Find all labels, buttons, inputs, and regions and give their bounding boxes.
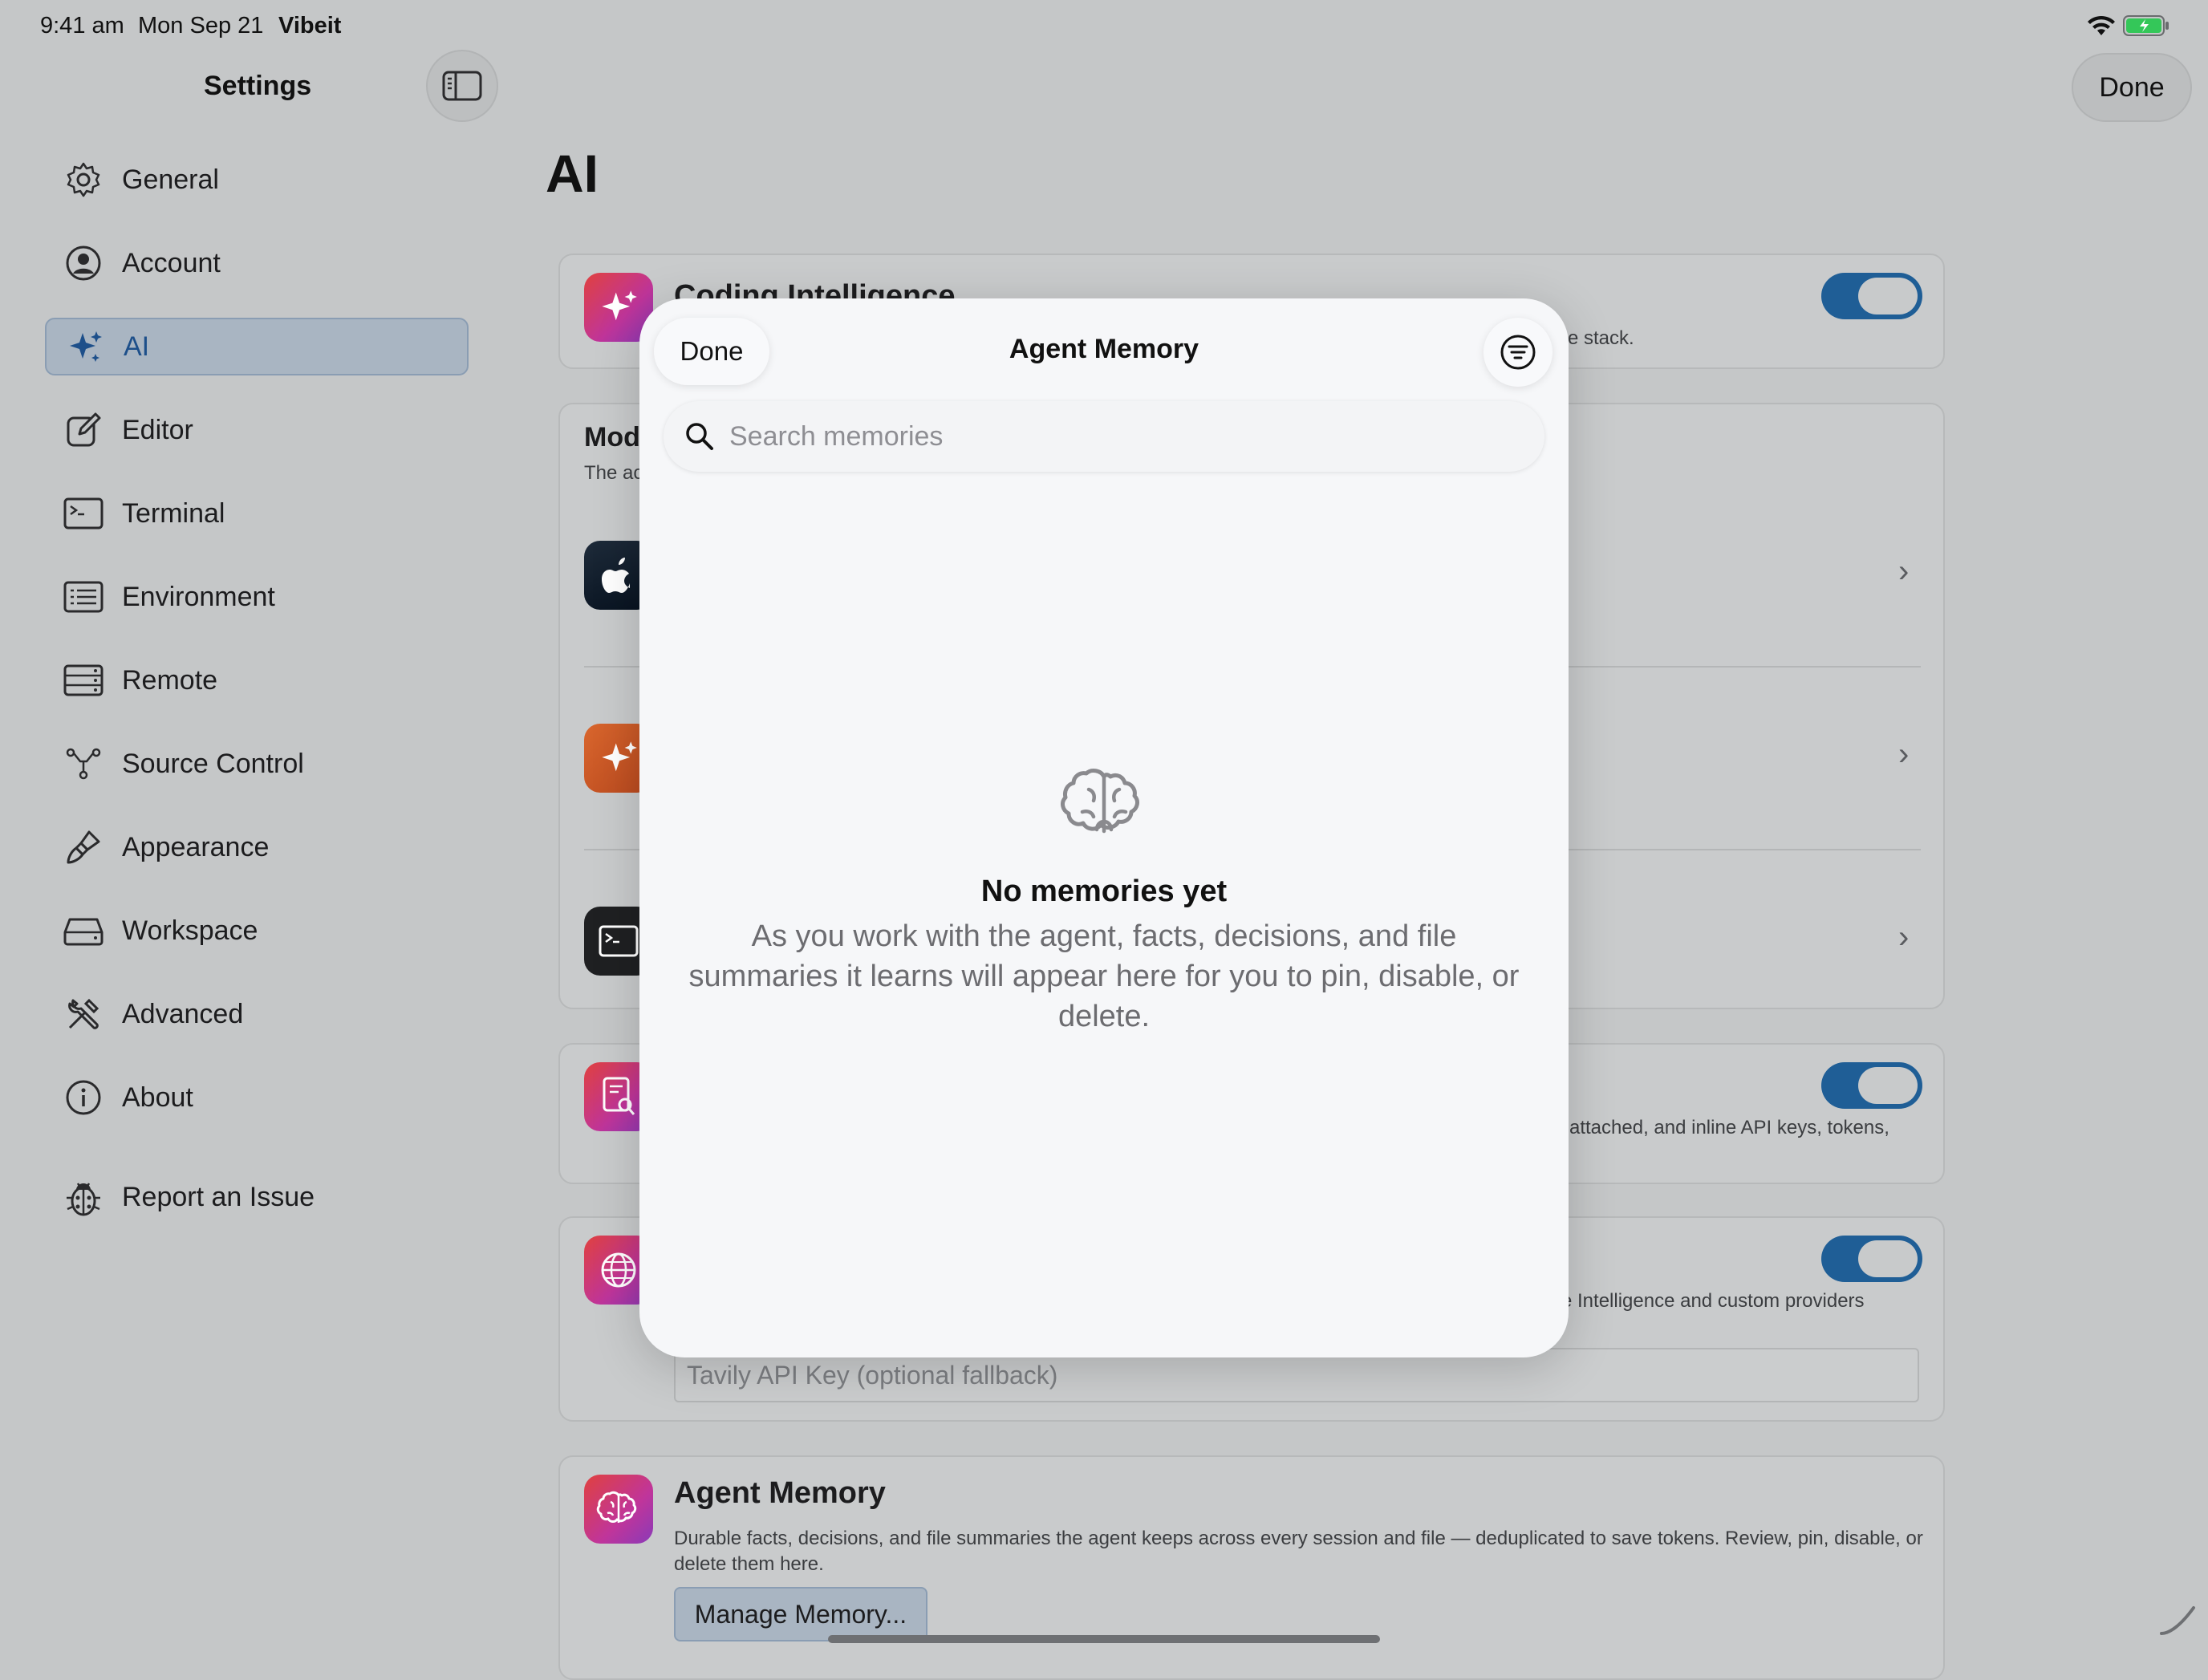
sidebar-item-workspace[interactable]: Workspace <box>45 902 469 960</box>
sidebar-item-label: Account <box>122 247 221 278</box>
sidebar-item-label: Report an Issue <box>122 1181 315 1212</box>
pencil-square-icon <box>63 409 104 451</box>
web-search-toggle[interactable] <box>1821 1236 1922 1282</box>
chevron-right-icon[interactable]: › <box>1898 737 1909 773</box>
search-icon <box>686 423 713 450</box>
brain-icon <box>596 1491 637 1523</box>
sidebar-toggle-button[interactable] <box>426 50 498 122</box>
search-input[interactable] <box>728 420 1453 453</box>
brain-icon <box>1060 765 1148 846</box>
sidebar-title: Settings <box>204 71 312 101</box>
privacy-desc: attached, and inline API keys, tokens, <box>1569 1117 1889 1138</box>
ladybug-icon <box>63 1176 104 1218</box>
sidebar-item-editor[interactable]: Editor <box>45 401 469 459</box>
server-rack-icon <box>63 659 104 701</box>
paintbrush-icon <box>63 826 104 868</box>
terminal-icon <box>63 493 104 534</box>
sidebar-item-source-control[interactable]: Source Control <box>45 735 469 793</box>
models-title: Mod <box>584 422 640 452</box>
sidebar-item-remote[interactable]: Remote <box>45 651 469 709</box>
status-date: Mon Sep 21 <box>138 13 264 39</box>
agent-memory-app-icon <box>584 1475 653 1544</box>
filter-button[interactable] <box>1484 318 1552 387</box>
manage-memory-button[interactable]: Manage Memory... <box>674 1587 927 1641</box>
web-search-desc: e Intelligence and custom providers <box>1561 1290 1865 1312</box>
agent-memory-title: Agent Memory <box>674 1476 886 1510</box>
models-desc: The ac <box>584 462 643 484</box>
coding-intelligence-toggle[interactable] <box>1821 273 1922 319</box>
terminal-icon <box>599 925 639 957</box>
sidebar-item-label: Editor <box>122 414 193 445</box>
sidebar-item-label: AI <box>124 331 150 362</box>
status-time: 9:41 am <box>40 13 124 39</box>
wifi-icon <box>2086 14 2117 41</box>
sidebar-item-label: Terminal <box>122 497 225 529</box>
sidebar-item-appearance[interactable]: Appearance <box>45 818 469 876</box>
document-search-icon <box>603 1077 635 1115</box>
empty-state-message: As you work with the agent, facts, decis… <box>688 919 1520 1033</box>
sidebar-item-terminal[interactable]: Terminal <box>45 485 469 542</box>
pencil-stroke-icon <box>2158 1605 2198 1641</box>
tools-icon <box>63 993 104 1035</box>
empty-state-title: No memories yet <box>980 874 1228 908</box>
page-title: AI <box>546 144 599 203</box>
info-circle-icon <box>63 1077 104 1118</box>
sidebar-item-label: Remote <box>122 664 218 696</box>
sidebar-item-label: About <box>122 1081 193 1113</box>
agent-memory-sheet: Done Agent Memory No memories yet As you… <box>639 298 1569 1357</box>
sparkles-icon <box>602 741 637 772</box>
gear-icon <box>63 159 104 201</box>
sidebar-item-label: Advanced <box>122 998 244 1029</box>
sparkles-icon <box>64 326 106 367</box>
sidebar-item-about[interactable]: About <box>45 1069 469 1126</box>
sidebar-item-ai[interactable]: AI <box>45 318 469 375</box>
coding-intelligence-desc: e stack. <box>1568 327 1634 349</box>
sidebar-item-label: Appearance <box>122 831 270 862</box>
apple-logo-icon <box>602 558 630 593</box>
sidebar-item-label: Workspace <box>122 915 258 946</box>
sidebar-item-account[interactable]: Account <box>45 234 469 292</box>
agent-memory-desc: Durable facts, decisions, and file summa… <box>674 1528 1923 1575</box>
home-indicator[interactable] <box>828 1635 1380 1643</box>
sidebar-item-label: Environment <box>122 581 275 612</box>
modal-title: Agent Memory <box>1009 334 1199 364</box>
agent-memory-card: Agent Memory Durable facts, decisions, a… <box>558 1455 1945 1680</box>
person-circle-icon <box>63 242 104 284</box>
branch-icon <box>63 743 104 785</box>
done-button[interactable]: Done <box>2072 53 2192 122</box>
search-field[interactable] <box>664 401 1544 472</box>
sidebar-icon <box>442 71 482 101</box>
status-app: Vibeit <box>278 13 342 39</box>
chevron-right-icon[interactable]: › <box>1898 554 1909 590</box>
drive-icon <box>63 910 104 952</box>
sidebar-item-label: Source Control <box>122 748 304 779</box>
chevron-right-icon[interactable]: › <box>1898 919 1909 956</box>
globe-icon <box>601 1252 636 1288</box>
filter-circle-icon <box>1500 335 1536 370</box>
sidebar-item-general[interactable]: General <box>45 151 469 209</box>
battery-icon <box>2123 14 2171 41</box>
sidebar-item-label: General <box>122 164 219 195</box>
sidebar-item-environment[interactable]: Environment <box>45 568 469 626</box>
sparkles-icon <box>602 290 637 321</box>
sidebar-item-report-issue[interactable]: Report an Issue <box>45 1168 469 1226</box>
sidebar-item-advanced[interactable]: Advanced <box>45 985 469 1043</box>
privacy-toggle[interactable] <box>1821 1062 1922 1109</box>
list-rectangle-icon <box>63 576 104 618</box>
